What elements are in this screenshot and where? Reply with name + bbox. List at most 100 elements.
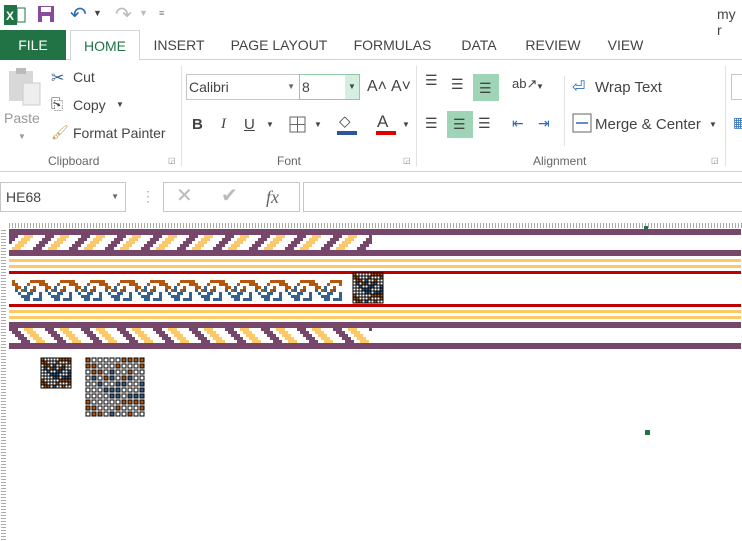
diagonal-cell	[51, 331, 54, 334]
tab-formulas[interactable]: FORMULAS	[345, 30, 440, 60]
diagonal-cell	[354, 331, 357, 334]
diagonal-cell	[108, 337, 111, 340]
bold-button[interactable]: B	[192, 116, 203, 133]
diagonal-cell	[240, 340, 243, 343]
diagonal-cell	[141, 334, 144, 337]
diagonal-cell	[348, 235, 351, 238]
enter-icon[interactable]: ✔	[221, 184, 238, 208]
column-header-tick	[429, 223, 430, 228]
pattern-preview-block-enlarged	[85, 387, 91, 393]
save-icon[interactable]	[37, 5, 55, 23]
worksheet[interactable]	[0, 220, 742, 541]
copy-dropdown-icon[interactable]: ▼	[116, 100, 124, 109]
number-format-combobox[interactable]	[731, 74, 742, 100]
format-painter-button[interactable]: Format Painter	[73, 125, 166, 141]
increase-indent-icon[interactable]: ⇥	[538, 115, 550, 132]
cancel-icon[interactable]: ✕	[176, 184, 193, 208]
font-launcher-icon[interactable]: ◲	[403, 156, 411, 165]
diagonal-cell	[162, 241, 165, 244]
wrap-text-button[interactable]: Wrap Text	[595, 79, 662, 96]
underline-dropdown-icon[interactable]: ▼	[266, 120, 274, 129]
paste-button[interactable]: Paste ▼	[4, 66, 44, 146]
column-header-tick	[615, 223, 616, 228]
align-right-icon[interactable]: ☰	[478, 115, 491, 132]
underline-button[interactable]: U	[244, 116, 255, 133]
paste-icon	[9, 68, 41, 106]
row-header-tick	[1, 479, 6, 480]
column-header-tick	[108, 223, 109, 228]
middle-align-icon[interactable]: ☰	[451, 76, 464, 93]
font-size-dropdown-icon[interactable]: ▼	[345, 75, 359, 99]
row-header-tick	[1, 473, 6, 474]
insert-function-button[interactable]: fx	[266, 185, 279, 209]
row-header-tick	[1, 383, 6, 384]
borders-icon[interactable]	[289, 116, 306, 133]
merge-center-button[interactable]: Merge & Center	[595, 116, 701, 133]
column-header-tick	[84, 223, 85, 228]
column-header-tick	[366, 223, 367, 228]
diagonal-cell	[360, 247, 363, 250]
formula-input[interactable]	[303, 182, 742, 212]
tab-view[interactable]: VIEW	[598, 30, 653, 60]
diagonal-cell	[60, 235, 63, 238]
column-header-tick	[588, 223, 589, 228]
wave-cell	[204, 295, 207, 298]
diagonal-cell	[84, 328, 87, 331]
tab-insert[interactable]: INSERT	[145, 30, 213, 60]
font-color-icon[interactable]: A	[377, 112, 388, 132]
column-header-tick	[306, 223, 307, 228]
column-header-tick	[408, 223, 409, 228]
merge-center-dropdown-icon[interactable]: ▼	[709, 120, 717, 129]
undo-icon[interactable]: ↶	[70, 2, 87, 27]
font-name-combobox[interactable]: Calibri ▼	[186, 74, 300, 100]
diagonal-cell	[303, 331, 306, 334]
diagonal-cell	[180, 244, 183, 247]
alignment-launcher-icon[interactable]: ◲	[711, 156, 719, 165]
font-size-combobox[interactable]: 8 ▼	[299, 74, 360, 100]
column-header-tick	[273, 223, 274, 228]
name-box[interactable]: HE68 ▼	[0, 182, 126, 212]
align-left-icon[interactable]: ☰	[425, 115, 438, 132]
diagonal-cell	[69, 334, 72, 337]
column-header-tick	[738, 223, 739, 228]
tab-home[interactable]: HOME	[70, 30, 140, 61]
wave-cell	[297, 295, 300, 298]
tab-data[interactable]: DATA	[450, 30, 508, 60]
column-header-tick	[402, 223, 403, 228]
increase-font-size-icon[interactable]: A˄	[367, 78, 387, 96]
customize-qat-icon[interactable]: ≡	[159, 8, 164, 18]
column-header-tick	[519, 223, 520, 228]
clipboard-launcher-icon[interactable]: ◲	[168, 156, 176, 165]
row-header-tick	[1, 359, 6, 360]
fill-color-icon[interactable]: ◇	[339, 112, 351, 130]
wave-cell	[339, 295, 342, 298]
undo-dropdown-icon[interactable]: ▼	[93, 8, 102, 18]
row-header-tick	[1, 275, 6, 276]
tab-review[interactable]: REVIEW	[517, 30, 589, 60]
tab-page-layout[interactable]: PAGE LAYOUT	[222, 30, 336, 60]
row-header-tick	[1, 467, 6, 468]
redo-icon[interactable]: ↷	[115, 2, 132, 27]
borders-dropdown-icon[interactable]: ▼	[314, 120, 322, 129]
pattern-preview-block-enlarged	[133, 393, 139, 399]
tab-file[interactable]: FILE	[0, 30, 66, 60]
bottom-align-button[interactable]: ☰	[473, 74, 499, 101]
font-color-dropdown-icon[interactable]: ▼	[402, 120, 410, 129]
wave-cell	[135, 289, 138, 292]
copy-button[interactable]: Copy	[73, 97, 106, 113]
decrease-font-size-icon[interactable]: A˅	[391, 78, 411, 96]
top-align-icon[interactable]: ☰	[425, 72, 438, 89]
italic-button[interactable]: I	[221, 116, 226, 133]
decrease-indent-icon[interactable]: ⇤	[512, 115, 524, 132]
diagonal-cell	[321, 337, 324, 340]
orientation-icon[interactable]: ab↗	[512, 76, 537, 92]
diagonal-cell	[345, 334, 348, 337]
center-align-button[interactable]: ☰	[447, 111, 473, 138]
redo-dropdown-icon[interactable]: ▼	[139, 8, 148, 18]
wave-cell	[324, 295, 327, 298]
cut-button[interactable]: Cut	[73, 69, 95, 85]
wave-cell	[294, 289, 297, 292]
orientation-dropdown-icon[interactable]: ▼	[536, 82, 544, 91]
diagonal-cell	[126, 241, 129, 244]
conditional-formatting-icon[interactable]: ▦	[733, 114, 742, 131]
